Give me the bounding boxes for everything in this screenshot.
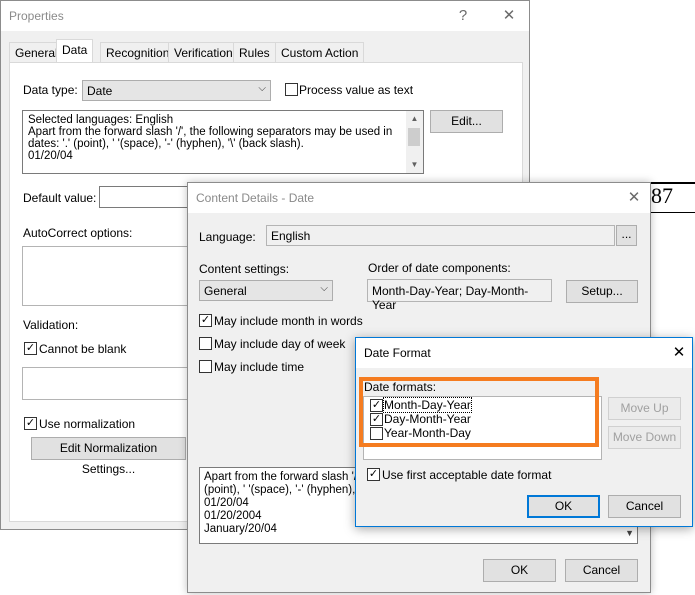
info-line: Selected languages: English (28, 114, 174, 126)
sample-line: 01/20/2004 (204, 510, 262, 522)
language-label: Language: (199, 230, 256, 244)
data-type-select[interactable]: Date ⌵ (82, 80, 271, 101)
edit-normalization-button[interactable]: Edit Normalization Settings... (31, 437, 186, 476)
use-normalization-label: Use normalization (39, 417, 136, 431)
sample-line: 01/20/04 (204, 497, 249, 509)
process-value-label: Process value as text (299, 83, 414, 97)
first-acceptable-checkbox[interactable]: ✓ (367, 468, 380, 481)
sample-line: (point), ' '(space), '-' (hyphen), (204, 484, 356, 496)
default-value-input[interactable] (99, 186, 199, 208)
properties-titlebar: Properties ? ✕ (1, 1, 529, 31)
date-format-titlebar: Date Format ✕ (356, 338, 692, 368)
move-down-button[interactable]: Move Down (608, 426, 681, 449)
order-label: Order of date components: (368, 261, 511, 275)
scroll-thumb[interactable] (408, 128, 420, 146)
validation-box[interactable] (22, 367, 192, 400)
content-settings-value: General (204, 284, 247, 298)
first-acceptable-label: Use first acceptable date format (382, 468, 552, 482)
cannot-be-blank-checkbox[interactable]: ✓ (24, 342, 37, 355)
content-settings-label: Content settings: (199, 262, 290, 276)
language-value: English (271, 229, 311, 243)
properties-title: Properties (9, 9, 64, 23)
info-line: dates: '.' (point), ' '(space), '-' (hyp… (28, 138, 304, 150)
data-type-value: Date (87, 84, 113, 98)
cannot-be-blank-label: Cannot be blank (39, 342, 127, 356)
help-button[interactable]: ? (453, 6, 473, 26)
autocorrect-box[interactable] (22, 246, 192, 306)
sample-line: January/20/04 (204, 523, 277, 535)
language-field: English (266, 225, 615, 246)
autocorrect-label: AutoCorrect options: (23, 226, 133, 240)
content-details-titlebar: Content Details - Date ✕ (188, 183, 650, 213)
close-icon[interactable]: ✕ (669, 343, 689, 363)
use-normalization-checkbox[interactable]: ✓ (24, 417, 37, 430)
day-of-week-checkbox[interactable] (199, 337, 212, 350)
default-value-label: Default value: (23, 191, 97, 205)
tab-rules[interactable]: Rules (233, 42, 276, 62)
chevron-down-icon: ⌵ (320, 283, 328, 294)
close-icon[interactable]: ✕ (499, 6, 519, 26)
info-line: 01/20/04 (28, 150, 73, 162)
chevron-down-icon: ⌵ (258, 83, 266, 94)
content-details-title: Content Details - Date (196, 191, 315, 205)
sample-line: Apart from the forward slash '/', (204, 471, 363, 483)
chevron-down-icon[interactable]: ▼ (625, 528, 634, 538)
close-icon[interactable]: ✕ (624, 188, 644, 208)
info-scrollbar[interactable]: ▲ ▼ (406, 111, 423, 173)
time-label: May include time (214, 360, 305, 374)
order-value: Month-Day-Year; Day-Month-Year (372, 284, 529, 312)
date-format-window: Date Format ✕ Date formats: ✓ Month-Day-… (355, 337, 693, 527)
month-in-words-checkbox[interactable]: ✓ (199, 314, 212, 327)
background-document-rule-2 (650, 212, 695, 213)
date-format-cancel-button[interactable]: Cancel (608, 495, 681, 518)
month-in-words-label: May include month in words (214, 314, 363, 328)
edit-languages-button[interactable]: Edit... (430, 110, 503, 133)
move-up-button[interactable]: Move Up (608, 397, 681, 420)
info-line: Apart from the forward slash '/', the fo… (28, 126, 393, 138)
tab-custom-action[interactable]: Custom Action (275, 42, 365, 62)
date-format-title: Date Format (364, 346, 431, 360)
scroll-down-icon[interactable]: ▼ (406, 157, 423, 173)
background-document-text: 87 (651, 183, 673, 208)
day-of-week-label: May include day of week (214, 337, 346, 351)
languages-info-box[interactable]: Selected languages: English Apart from t… (22, 110, 424, 174)
setup-button[interactable]: Setup... (566, 280, 638, 303)
data-type-label: Data type: (23, 83, 78, 97)
browse-language-button[interactable]: ... (616, 225, 637, 246)
time-checkbox[interactable] (199, 360, 212, 373)
validation-label: Validation: (23, 318, 79, 332)
order-field: Month-Day-Year; Day-Month-Year (367, 279, 552, 312)
date-format-ok-button[interactable]: OK (527, 495, 600, 518)
scroll-up-icon[interactable]: ▲ (406, 111, 423, 127)
tab-verification[interactable]: Verification (168, 42, 239, 62)
process-value-checkbox[interactable] (285, 83, 298, 96)
content-ok-button[interactable]: OK (483, 559, 556, 582)
tab-data[interactable]: Data (56, 39, 94, 63)
content-settings-select[interactable]: General ⌵ (199, 280, 333, 301)
highlight-box (359, 377, 599, 447)
tab-recognition[interactable]: Recognition (100, 42, 176, 62)
content-cancel-button[interactable]: Cancel (565, 559, 638, 582)
